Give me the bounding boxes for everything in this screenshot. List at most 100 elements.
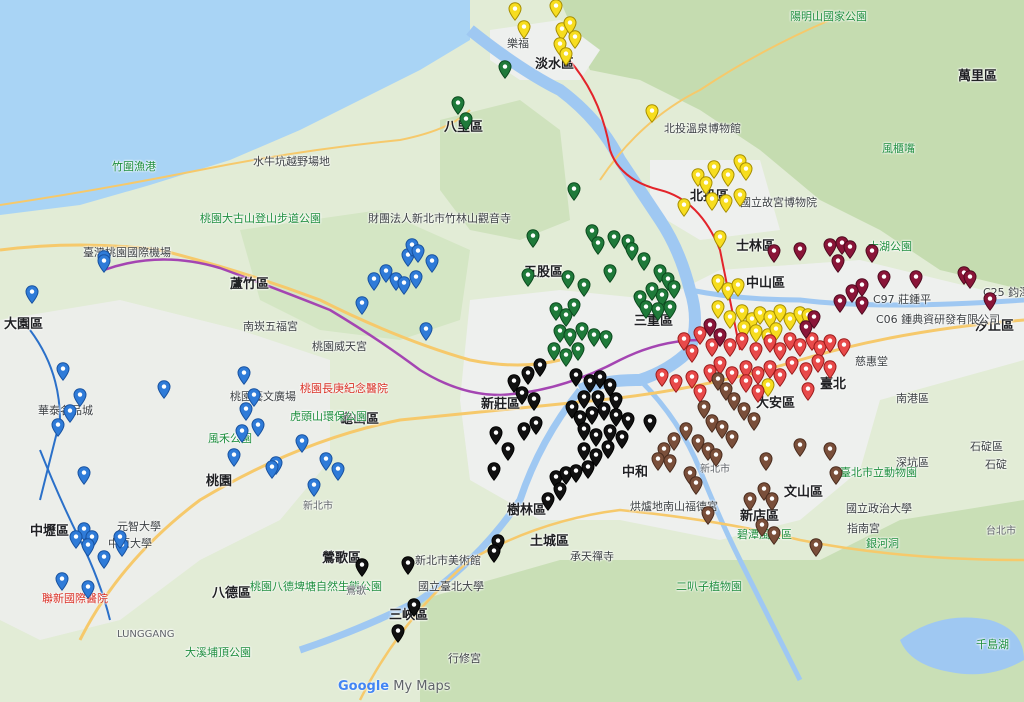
place-label[interactable]: 指南宮 <box>847 522 880 535</box>
green-map-pin-icon[interactable] <box>591 236 605 255</box>
place-label[interactable]: 二叭子植物園 <box>676 580 742 593</box>
place-label[interactable]: 深坑區 <box>896 456 929 469</box>
maroon-map-pin-icon[interactable] <box>831 254 845 273</box>
blue-map-pin-icon[interactable] <box>81 538 95 557</box>
blue-map-pin-icon[interactable] <box>55 572 69 591</box>
red-map-pin-icon[interactable] <box>823 334 837 353</box>
green-map-pin-icon[interactable] <box>637 252 651 271</box>
brown-map-pin-icon[interactable] <box>709 448 723 467</box>
place-label[interactable]: 新北市美術館 <box>415 554 481 567</box>
district-label[interactable]: 文山區 <box>784 486 823 499</box>
brown-map-pin-icon[interactable] <box>767 526 781 545</box>
place-label[interactable]: 竹圍漁港 <box>112 160 156 173</box>
place-label[interactable]: 陽明山國家公園 <box>790 10 867 23</box>
district-label[interactable]: 土城區 <box>530 535 569 548</box>
place-label[interactable]: 石碇 <box>985 458 1007 471</box>
maroon-map-pin-icon[interactable] <box>713 328 727 347</box>
place-label[interactable]: C97 莊鍾平 <box>873 293 931 306</box>
red-map-pin-icon[interactable] <box>823 360 837 379</box>
place-label[interactable]: 水牛坑越野場地 <box>253 155 330 168</box>
blue-map-pin-icon[interactable] <box>227 448 241 467</box>
yellow-map-pin-icon[interactable] <box>559 47 573 66</box>
blue-map-pin-icon[interactable] <box>409 270 423 289</box>
maroon-map-pin-icon[interactable] <box>983 292 997 311</box>
black-map-pin-icon[interactable] <box>487 462 501 481</box>
blue-map-pin-icon[interactable] <box>97 550 111 569</box>
map-canvas[interactable]: 淡水區八里區五股區北投區士林區中山區汐止區蘆竹區大園區龜山區新莊區三重區桃園中壢… <box>0 0 1024 702</box>
red-map-pin-icon[interactable] <box>685 344 699 363</box>
black-map-pin-icon[interactable] <box>621 412 635 431</box>
district-label[interactable]: 中山區 <box>746 277 785 290</box>
brown-map-pin-icon[interactable] <box>689 476 703 495</box>
green-map-pin-icon[interactable] <box>521 268 535 287</box>
red-map-pin-icon[interactable] <box>837 338 851 357</box>
place-label[interactable]: LUNGGANG <box>117 628 174 641</box>
place-label[interactable]: 南港區 <box>896 392 929 405</box>
brown-map-pin-icon[interactable] <box>759 452 773 471</box>
brown-map-pin-icon[interactable] <box>747 412 761 431</box>
green-map-pin-icon[interactable] <box>567 182 581 201</box>
green-map-pin-icon[interactable] <box>599 330 613 349</box>
place-label[interactable]: 桃園長庚紀念醫院 <box>300 382 388 395</box>
maroon-map-pin-icon[interactable] <box>877 270 891 289</box>
maroon-map-pin-icon[interactable] <box>909 270 923 289</box>
black-map-pin-icon[interactable] <box>391 624 405 643</box>
place-label[interactable]: 風櫃嘴 <box>882 142 915 155</box>
black-map-pin-icon[interactable] <box>529 416 543 435</box>
yellow-map-pin-icon[interactable] <box>517 20 531 39</box>
green-map-pin-icon[interactable] <box>663 300 677 319</box>
black-map-pin-icon[interactable] <box>521 366 535 385</box>
blue-map-pin-icon[interactable] <box>97 254 111 273</box>
green-map-pin-icon[interactable] <box>567 298 581 317</box>
blue-map-pin-icon[interactable] <box>56 362 70 381</box>
black-map-pin-icon[interactable] <box>517 422 531 441</box>
black-map-pin-icon[interactable] <box>615 430 629 449</box>
brown-map-pin-icon[interactable] <box>701 506 715 525</box>
blue-map-pin-icon[interactable] <box>331 462 345 481</box>
blue-map-pin-icon[interactable] <box>237 366 251 385</box>
maroon-map-pin-icon[interactable] <box>843 240 857 259</box>
district-label[interactable]: 臺北 <box>820 378 846 391</box>
red-map-pin-icon[interactable] <box>655 368 669 387</box>
black-map-pin-icon[interactable] <box>533 358 547 377</box>
yellow-map-pin-icon[interactable] <box>713 230 727 249</box>
blue-map-pin-icon[interactable] <box>25 285 39 304</box>
place-label[interactable]: C06 鍾典資研發有限公司 <box>876 313 1000 326</box>
black-map-pin-icon[interactable] <box>501 442 515 461</box>
district-label[interactable]: 中和 <box>622 466 648 479</box>
black-map-pin-icon[interactable] <box>401 556 415 575</box>
place-label[interactable]: 北投溫泉博物館 <box>664 122 741 135</box>
brown-map-pin-icon[interactable] <box>829 466 843 485</box>
black-map-pin-icon[interactable] <box>553 482 567 501</box>
maroon-map-pin-icon[interactable] <box>855 296 869 315</box>
brown-map-pin-icon[interactable] <box>743 492 757 511</box>
place-label[interactable]: 新北市 <box>303 500 333 513</box>
brown-map-pin-icon[interactable] <box>663 454 677 473</box>
place-label[interactable]: 虎頭山環保公園 <box>290 410 367 423</box>
red-map-pin-icon[interactable] <box>669 374 683 393</box>
yellow-map-pin-icon[interactable] <box>705 192 719 211</box>
blue-map-pin-icon[interactable] <box>113 530 127 549</box>
red-map-pin-icon[interactable] <box>739 374 753 393</box>
brown-map-pin-icon[interactable] <box>823 442 837 461</box>
green-map-pin-icon[interactable] <box>526 229 540 248</box>
green-map-pin-icon[interactable] <box>577 278 591 297</box>
maroon-map-pin-icon[interactable] <box>865 244 879 263</box>
blue-map-pin-icon[interactable] <box>69 530 83 549</box>
map-attribution[interactable]: Google My Maps <box>338 679 451 694</box>
yellow-map-pin-icon[interactable] <box>645 104 659 123</box>
red-map-pin-icon[interactable] <box>735 332 749 351</box>
place-label[interactable]: 慈惠堂 <box>855 355 888 368</box>
blue-map-pin-icon[interactable] <box>77 466 91 485</box>
green-map-pin-icon[interactable] <box>667 280 681 299</box>
brown-map-pin-icon[interactable] <box>725 430 739 449</box>
brown-map-pin-icon[interactable] <box>809 538 823 557</box>
blue-map-pin-icon[interactable] <box>307 478 321 497</box>
green-map-pin-icon[interactable] <box>459 112 473 131</box>
district-label[interactable]: 大園區 <box>4 318 43 331</box>
place-label[interactable]: 桃園大古山登山步道公園 <box>200 212 321 225</box>
place-label[interactable]: 銀河洞 <box>866 537 899 550</box>
blue-map-pin-icon[interactable] <box>251 418 265 437</box>
place-label[interactable]: 國立政治大學 <box>846 502 912 515</box>
place-label[interactable]: 大溪埔頂公園 <box>185 646 251 659</box>
